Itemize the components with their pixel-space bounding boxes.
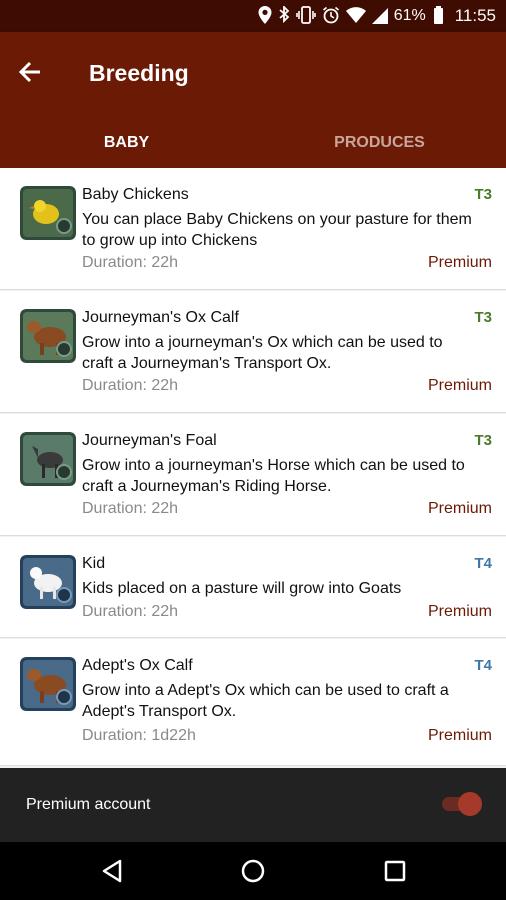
item-description: Grow into a Adept's Ox which can be used… [82,682,449,720]
item-duration: Duration: 22h [82,254,179,271]
page-title: Breeding [89,60,189,86]
wifi-icon [345,6,366,26]
tier-badge: T4 [474,657,492,674]
item-name: Kid [82,555,106,572]
premium-account-bar: Premium account [0,768,506,842]
nav-back-button[interactable] [98,856,128,886]
item-description: Grow into a journeyman's Ox which can be… [82,334,443,372]
breeding-list: Baby Chickens T3 You can place Baby Chic… [0,168,506,766]
system-nav-bar [0,842,506,900]
tier-badge: T3 [474,432,492,449]
nav-recents-button[interactable] [380,856,410,886]
clock: 11:55 [454,6,496,25]
battery-icon [433,6,443,24]
premium-label: Premium [427,727,492,744]
tab-baby[interactable]: BABY [0,124,253,168]
baby-chicken-icon [20,186,76,240]
foal-icon [20,432,76,486]
list-item[interactable]: Journeyman's Foal T3 Grow into a journey… [0,414,506,536]
item-name: Baby Chickens [82,186,189,203]
bluetooth-icon [278,4,290,27]
tab-bar: BABY PRODUCES [0,124,506,168]
location-icon [258,5,272,27]
circle-home-icon [238,859,268,890]
item-name: Adept's Ox Calf [82,657,193,674]
premium-account-toggle[interactable] [442,792,482,816]
alarm-icon [322,6,340,27]
back-button[interactable] [18,60,54,90]
nav-home-button[interactable] [238,856,268,886]
item-duration: Duration: 22h [82,603,179,620]
tier-badge: T3 [474,186,492,203]
premium-label: Premium [427,254,492,271]
item-duration: Duration: 1d22h [82,727,196,744]
item-description: Kids placed on a pasture will grow into … [82,580,402,597]
item-description: Grow into a journeyman's Horse which can… [82,457,465,495]
premium-label: Premium [427,377,492,394]
tab-produces[interactable]: PRODUCES [253,124,506,168]
item-duration: Duration: 22h [82,377,179,394]
status-bar: 61% 11:55 [0,0,506,32]
item-name: Journeyman's Foal [82,432,217,449]
tier-badge: T3 [474,309,492,326]
tier-badge: T4 [474,555,492,572]
battery-percent: 61% [393,7,426,24]
toggle-knob [458,792,482,816]
list-item[interactable]: Baby Chickens T3 You can place Baby Chic… [0,168,506,290]
premium-label: Premium [427,603,492,620]
ox-calf-icon [20,657,76,711]
premium-account-label: Premium account [26,796,151,813]
ox-calf-icon [20,309,76,363]
goat-kid-icon [20,555,76,609]
list-item[interactable]: Kid T4 Kids placed on a pasture will gro… [0,537,506,638]
list-item[interactable]: Journeyman's Ox Calf T3 Grow into a jour… [0,291,506,413]
arrow-left-icon [18,60,54,84]
app-bar: Breeding BABY PRODUCES [0,32,506,168]
premium-label: Premium [427,500,492,517]
item-name: Journeyman's Ox Calf [82,309,239,326]
item-description: You can place Baby Chickens on your past… [82,211,472,249]
list-item[interactable]: Adept's Ox Calf T4 Grow into a Adept's O… [0,639,506,766]
cell-signal-icon [371,8,388,24]
square-recents-icon [380,860,410,890]
vibrate-icon [295,5,316,27]
item-duration: Duration: 22h [82,500,179,517]
triangle-back-icon [98,859,128,890]
